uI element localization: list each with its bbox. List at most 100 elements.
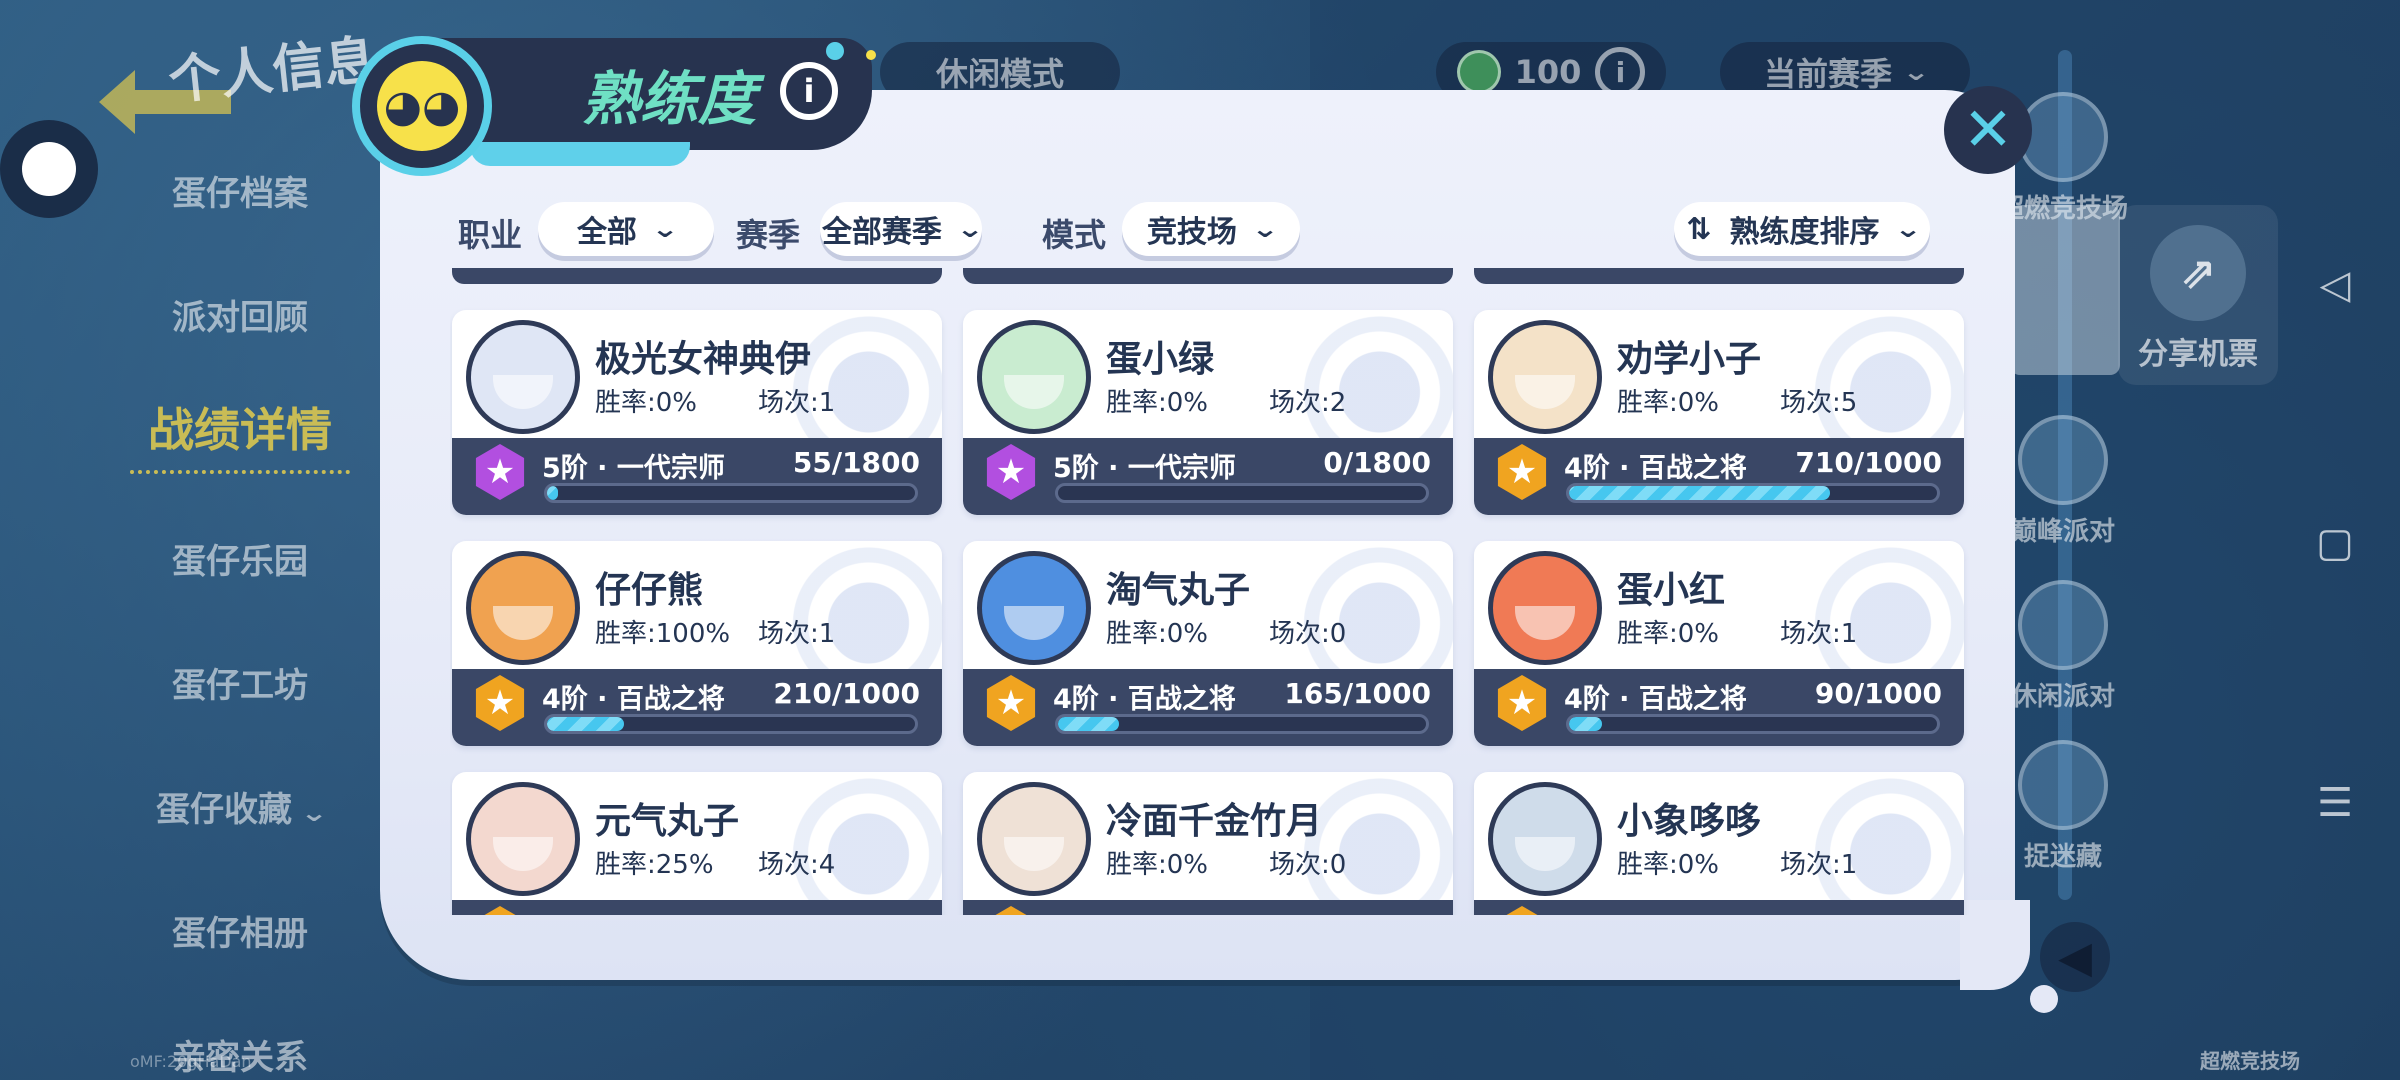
proficiency-points: 55/1800 xyxy=(792,446,920,479)
proficiency-points: 165/1000 xyxy=(1284,677,1431,710)
character-avatar xyxy=(977,320,1091,434)
info-icon[interactable]: i xyxy=(780,62,838,120)
floating-assist-dot xyxy=(22,142,76,196)
arena-icon xyxy=(2018,92,2108,182)
sort-dropdown[interactable]: ⇅ 熟练度排序 ⌄ xyxy=(1674,202,1930,256)
rank-tier: 4阶 · 百战之将 xyxy=(1053,684,1236,715)
character-name: 元气丸子 xyxy=(595,801,740,842)
side-item-collection-label: 蛋仔收藏 xyxy=(156,790,293,830)
job-filter-value: 全部 xyxy=(576,215,637,250)
character-name: 小象哆哆 xyxy=(1617,801,1762,842)
proficiency-bar: ★ 4阶 · 百战之将 165/1000 xyxy=(963,669,1453,746)
rank-star-icon: ★ xyxy=(1497,444,1547,500)
rank-star-icon: ★ xyxy=(475,675,525,731)
proficiency-bar: ★ 4阶 · 百战之将 710/1000 xyxy=(1474,438,1964,515)
avatar-face xyxy=(1515,375,1575,409)
avatar-face xyxy=(493,606,553,640)
character-card[interactable]: 仔仔熊 胜率:100% 场次:1 ★ 4阶 · 百战之将 210/1000 xyxy=(452,541,942,746)
close-icon[interactable]: ✕ xyxy=(1944,86,2032,174)
card-cut-edge xyxy=(1474,268,1964,284)
character-name: 蛋小绿 xyxy=(1106,339,1215,380)
side-item-record[interactable]: 战绩详情 xyxy=(130,394,350,474)
character-card[interactable]: 小象哆哆 胜率:0% 场次:1 ★ xyxy=(1474,772,1964,915)
character-card[interactable]: 蛋小绿 胜率:0% 场次:2 ★ 5阶 · 一代宗师 0/1800 xyxy=(963,310,1453,515)
collapse-arrow-icon[interactable]: ◀ xyxy=(2040,922,2110,992)
ticket-card[interactable] xyxy=(2010,205,2120,375)
avatar-face xyxy=(1515,837,1575,871)
side-item-review[interactable]: 派对回顾 xyxy=(130,290,350,339)
win-rate: 胜率:25% xyxy=(595,850,714,880)
dialog-tail-dot xyxy=(2030,985,2058,1013)
win-rate: 胜率:0% xyxy=(1106,850,1209,880)
chevron-down-icon: ⌄ xyxy=(650,215,680,243)
title-emblem: ◕◕ xyxy=(352,36,492,176)
character-avatar xyxy=(466,782,580,896)
share-ticket-label: 分享机票 xyxy=(2138,337,2258,372)
rank-tier: 5阶 · 一代宗师 xyxy=(542,453,725,484)
rail-item-peak[interactable]: 巅峰派对 xyxy=(1998,415,2128,548)
mascot-icon: ◕◕ xyxy=(377,61,467,151)
rank-tier: 4阶 · 百战之将 xyxy=(1564,684,1747,715)
character-card[interactable]: 劝学小子 胜率:0% 场次:5 ★ 4阶 · 百战之将 710/1000 xyxy=(1474,310,1964,515)
mode-tab-label: 休闲模式 xyxy=(935,55,1064,93)
sort-icon: ⇅ xyxy=(1686,211,1712,247)
side-item-workshop[interactable]: 蛋仔工坊 xyxy=(130,658,350,707)
casual-party-icon xyxy=(2018,580,2108,670)
proficiency-bar: ★ xyxy=(1474,900,1964,915)
progress-track xyxy=(1566,714,1940,734)
win-rate: 胜率:0% xyxy=(1617,388,1720,418)
mode-filter-dropdown[interactable]: 竞技场 ⌄ xyxy=(1122,202,1300,256)
chevron-down-icon: ⌄ xyxy=(955,215,985,243)
season-filter-dropdown[interactable]: 全部赛季 ⌄ xyxy=(820,202,985,256)
season-filter-label: 赛季 xyxy=(736,216,801,254)
win-rate: 胜率:0% xyxy=(1106,388,1209,418)
progress-track xyxy=(544,483,918,503)
avatar-face xyxy=(1004,375,1064,409)
character-avatar xyxy=(977,782,1091,896)
games-played: 场次:0 xyxy=(1269,850,1347,880)
nav-back-icon[interactable]: ◁ xyxy=(2310,262,2360,308)
games-played: 场次:4 xyxy=(758,850,836,880)
chevron-down-icon: ⌄ xyxy=(299,799,328,827)
character-card[interactable]: 冷面千金竹月 胜率:0% 场次:0 ★ xyxy=(963,772,1453,915)
nav-menu-icon[interactable]: ☰ xyxy=(2310,780,2360,826)
progress-fill xyxy=(1569,486,1831,500)
rail-item-casual[interactable]: 休闲派对 xyxy=(1998,580,2128,713)
character-avatar xyxy=(466,551,580,665)
chevron-down-icon: ⌄ xyxy=(1901,58,1931,86)
share-ticket-button[interactable]: ⇗ 分享机票 xyxy=(2118,205,2278,385)
games-played: 场次:0 xyxy=(1269,619,1347,649)
rank-star-icon: ★ xyxy=(475,906,525,915)
character-card[interactable]: 极光女神典伊 胜率:0% 场次:1 ★ 5阶 · 一代宗师 55/1800 xyxy=(452,310,942,515)
games-played: 场次:2 xyxy=(1269,388,1347,418)
character-card[interactable]: 淘气丸子 胜率:0% 场次:0 ★ 4阶 · 百战之将 165/1000 xyxy=(963,541,1453,746)
win-rate: 胜率:0% xyxy=(1106,619,1209,649)
character-card-list[interactable]: 极光女神典伊 胜率:0% 场次:1 ★ 5阶 · 一代宗师 55/1800 蛋小… xyxy=(450,300,1970,915)
decor-dot xyxy=(826,42,844,60)
nav-home-icon[interactable]: ▢ xyxy=(2310,520,2360,566)
character-avatar xyxy=(1488,320,1602,434)
side-item-park[interactable]: 蛋仔乐园 xyxy=(130,534,350,583)
proficiency-bar: ★ xyxy=(452,900,942,915)
games-played: 场次:1 xyxy=(758,619,836,649)
side-item-collection[interactable]: 蛋仔收藏 ⌄ xyxy=(130,782,350,831)
watermark: oMF:20gHaDan xyxy=(130,1052,252,1071)
side-item-profile[interactable]: 蛋仔档案 xyxy=(130,166,350,215)
floating-assist-button[interactable] xyxy=(0,120,98,218)
games-played: 场次:1 xyxy=(1780,850,1858,880)
character-avatar xyxy=(977,551,1091,665)
proficiency-bar: ★ 4阶 · 百战之将 210/1000 xyxy=(452,669,942,746)
rail-item-hide[interactable]: 捉迷藏 xyxy=(1998,740,2128,873)
side-item-album[interactable]: 蛋仔相册 xyxy=(130,906,350,955)
card-cut-edge xyxy=(452,268,942,284)
character-card[interactable]: 元气丸子 胜率:25% 场次:4 ★ xyxy=(452,772,942,915)
rank-tier: 5阶 · 一代宗师 xyxy=(1053,453,1236,484)
character-card[interactable]: 蛋小红 胜率:0% 场次:1 ★ 4阶 · 百战之将 90/1000 xyxy=(1474,541,1964,746)
rank-star-icon: ★ xyxy=(986,675,1036,731)
job-filter-dropdown[interactable]: 全部 ⌄ xyxy=(538,202,714,256)
sort-value: 熟练度排序 xyxy=(1729,215,1880,250)
progress-track xyxy=(1566,483,1940,503)
progress-track xyxy=(1055,483,1429,503)
progress-fill xyxy=(547,717,625,731)
character-name: 冷面千金竹月 xyxy=(1106,801,1323,842)
